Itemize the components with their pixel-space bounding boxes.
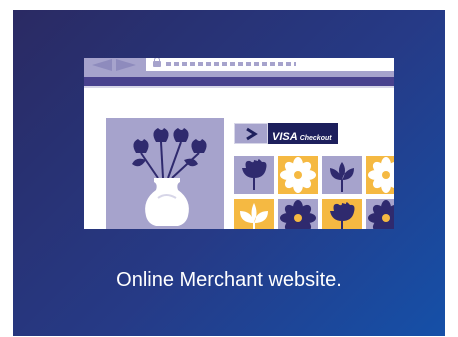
forward-arrow-icon[interactable] xyxy=(116,59,136,71)
chevron-right-icon xyxy=(246,127,258,141)
product-tile[interactable] xyxy=(234,199,274,229)
address-bar[interactable] xyxy=(146,58,394,71)
lily-icon xyxy=(240,203,268,229)
lotus-icon xyxy=(330,162,354,192)
product-tile[interactable] xyxy=(366,199,394,229)
slide-background: VISA Checkout Online Merchant website. xyxy=(13,10,445,336)
daisy-icon xyxy=(368,200,394,229)
browser-window: VISA Checkout xyxy=(84,58,394,229)
tulip-icon xyxy=(242,159,267,190)
product-tile[interactable] xyxy=(278,199,318,229)
product-tile[interactable] xyxy=(366,156,394,194)
daisy-icon xyxy=(368,157,394,193)
product-tile[interactable] xyxy=(322,156,362,194)
vase-with-tulips-icon xyxy=(132,128,207,226)
url-placeholder xyxy=(166,62,296,66)
product-image[interactable] xyxy=(106,118,224,229)
lock-icon xyxy=(153,58,161,67)
back-arrow-icon[interactable] xyxy=(92,59,112,71)
caption-text: Online Merchant website. xyxy=(116,269,342,291)
visa-brand-label: VISA xyxy=(272,131,298,143)
product-tile[interactable] xyxy=(278,156,318,194)
header-stripe xyxy=(84,77,394,86)
header-divider xyxy=(84,86,394,88)
browser-toolbar xyxy=(84,58,394,77)
daisy-icon xyxy=(280,200,316,229)
product-tile[interactable] xyxy=(322,199,362,229)
visa-checkout-button[interactable]: VISA Checkout xyxy=(268,123,338,144)
daisy-icon xyxy=(280,157,316,193)
next-button[interactable] xyxy=(234,123,268,144)
product-tile[interactable] xyxy=(234,156,274,194)
tulip-icon xyxy=(330,202,355,229)
checkout-label: Checkout xyxy=(299,135,332,142)
